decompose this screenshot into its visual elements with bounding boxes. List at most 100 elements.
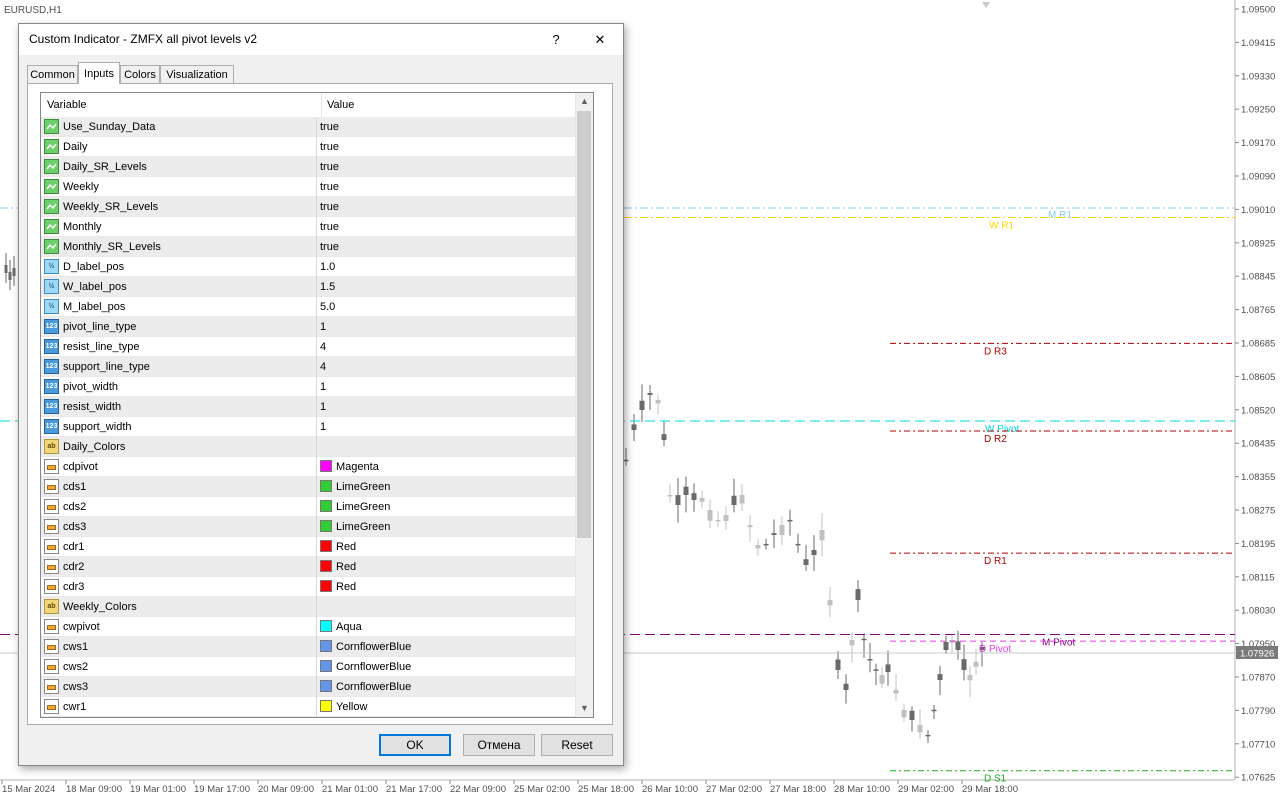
color-param-icon [44,539,59,554]
input-row-cdr2[interactable]: cdr2 Red [41,557,590,577]
input-row-daily[interactable]: Daily true [41,137,590,157]
table-header: Variable Value [41,93,590,118]
input-row-cdr1[interactable]: cdr1 Red [41,537,590,557]
time-tick-label: 21 Mar 17:00 [386,784,442,795]
tab-common[interactable]: Common [27,65,78,83]
variable-value[interactable]: LimeGreen [316,477,590,497]
input-row-monthly[interactable]: Monthly true [41,217,590,237]
variable-name: pivot_line_type [63,321,137,333]
input-row-resist-width[interactable]: 123 resist_width 1 [41,397,590,417]
variable-value[interactable]: 4 [316,357,590,377]
candle-body [909,710,915,720]
input-row-cws3[interactable]: cws3 CornflowerBlue [41,677,590,697]
string-param-icon: ab [44,599,59,614]
input-row-daily-colors[interactable]: ab Daily_Colors [41,437,590,457]
input-row-weekly[interactable]: Weekly true [41,177,590,197]
column-header-value[interactable]: Value [321,93,354,117]
variable-value[interactable]: true [316,217,590,237]
tab-visualization[interactable]: Visualization [160,65,234,83]
variable-value[interactable]: 5.0 [316,297,590,317]
variable-value[interactable]: Magenta [316,457,590,477]
variable-value[interactable]: Red [316,557,590,577]
price-tick-label: 1.08435 [1241,439,1275,450]
ok-button[interactable]: OK [379,734,451,756]
cancel-button[interactable]: Отмена [463,734,535,756]
candle-body [943,642,949,650]
input-row-cdr3[interactable]: cdr3 Red [41,577,590,597]
input-row-cds3[interactable]: cds3 LimeGreen [41,517,590,537]
variable-name: W_label_pos [63,281,127,293]
input-row-cds1[interactable]: cds1 LimeGreen [41,477,590,497]
variable-value[interactable]: 1 [316,317,590,337]
input-row-weekly-sr-levels[interactable]: Weekly_SR_Levels true [41,197,590,217]
tab-inputs[interactable]: Inputs [78,62,120,84]
input-row-weekly-colors[interactable]: ab Weekly_Colors [41,597,590,617]
input-row-support-line-type[interactable]: 123 support_line_type 4 [41,357,590,377]
variable-value[interactable]: true [316,197,590,217]
input-row-cws1[interactable]: cws1 CornflowerBlue [41,637,590,657]
input-row-use-sunday-data[interactable]: Use_Sunday_Data true [41,117,590,137]
input-row-cdpivot[interactable]: cdpivot Magenta [41,457,590,477]
input-row-cds2[interactable]: cds2 LimeGreen [41,497,590,517]
variable-value[interactable] [316,597,590,617]
variable-value[interactable]: Red [316,537,590,557]
candle-body [647,393,653,395]
variable-value[interactable]: true [316,137,590,157]
inputs-table: Variable Value Use_Sunday_Data true Daily t… [40,92,594,718]
input-row-cwr1[interactable]: cwr1 Yellow [41,697,590,717]
input-row-cws2[interactable]: cws2 CornflowerBlue [41,657,590,677]
input-row-monthly-sr-levels[interactable]: Monthly_SR_Levels true [41,237,590,257]
variable-value[interactable]: 4 [316,337,590,357]
variable-value[interactable]: true [316,177,590,197]
variable-value[interactable]: true [316,117,590,137]
candle-body [811,549,817,555]
value-text: LimeGreen [336,501,391,513]
input-row-resist-line-type[interactable]: 123 resist_line_type 4 [41,337,590,357]
value-text: Yellow [336,701,368,713]
input-row-pivot-width[interactable]: 123 pivot_width 1 [41,377,590,397]
tab-colors[interactable]: Colors [120,65,160,83]
column-header-variable[interactable]: Variable [47,93,87,117]
variable-value[interactable]: true [316,237,590,257]
variable-value[interactable]: CornflowerBlue [316,657,590,677]
scroll-down-arrow-icon[interactable]: ▼ [576,700,593,717]
value-text: true [320,121,339,133]
time-tick-label: 19 Mar 01:00 [130,784,186,795]
input-row-daily-sr-levels[interactable]: Daily_SR_Levels true [41,157,590,177]
variable-value[interactable]: 1 [316,417,590,437]
variable-value[interactable]: CornflowerBlue [316,637,590,657]
variable-value[interactable]: true [316,157,590,177]
variable-name: Monthly [63,221,102,233]
variable-value[interactable]: CornflowerBlue [316,677,590,697]
variable-value[interactable]: 1.5 [316,277,590,297]
vertical-scrollbar[interactable]: ▲ ▼ [575,93,593,717]
candle-body [707,510,713,521]
variable-value[interactable]: LimeGreen [316,517,590,537]
variable-value[interactable]: Aqua [316,617,590,637]
input-row-m-label-pos[interactable]: ½ M_label_pos 5.0 [41,297,590,317]
level-label-m-r1: M R1 [1048,210,1072,221]
input-row-pivot-line-type[interactable]: 123 pivot_line_type 1 [41,317,590,337]
scrollbar-thumb[interactable] [577,111,591,538]
color-param-icon [44,499,59,514]
input-row-support-width[interactable]: 123 support_width 1 [41,417,590,437]
candle-body [961,659,967,670]
dialog-titlebar[interactable]: Custom Indicator - ZMFX all pivot levels… [19,24,623,55]
candle-body [803,559,809,565]
price-tick-label: 1.09415 [1241,38,1275,49]
close-button[interactable]: ✕ [577,24,623,55]
variable-value[interactable]: Yellow [316,697,590,717]
input-row-d-label-pos[interactable]: ½ D_label_pos 1.0 [41,257,590,277]
reset-button[interactable]: Reset [541,734,613,756]
scroll-up-arrow-icon[interactable]: ▲ [576,93,593,110]
help-button[interactable]: ? [533,24,579,55]
variable-value[interactable]: Red [316,577,590,597]
variable-value[interactable]: LimeGreen [316,497,590,517]
input-row-cwpivot[interactable]: cwpivot Aqua [41,617,590,637]
variable-value[interactable]: 1.0 [316,257,590,277]
variable-value[interactable] [316,437,590,457]
candle-body [893,690,899,694]
variable-value[interactable]: 1 [316,377,590,397]
input-row-w-label-pos[interactable]: ½ W_label_pos 1.5 [41,277,590,297]
variable-value[interactable]: 1 [316,397,590,417]
